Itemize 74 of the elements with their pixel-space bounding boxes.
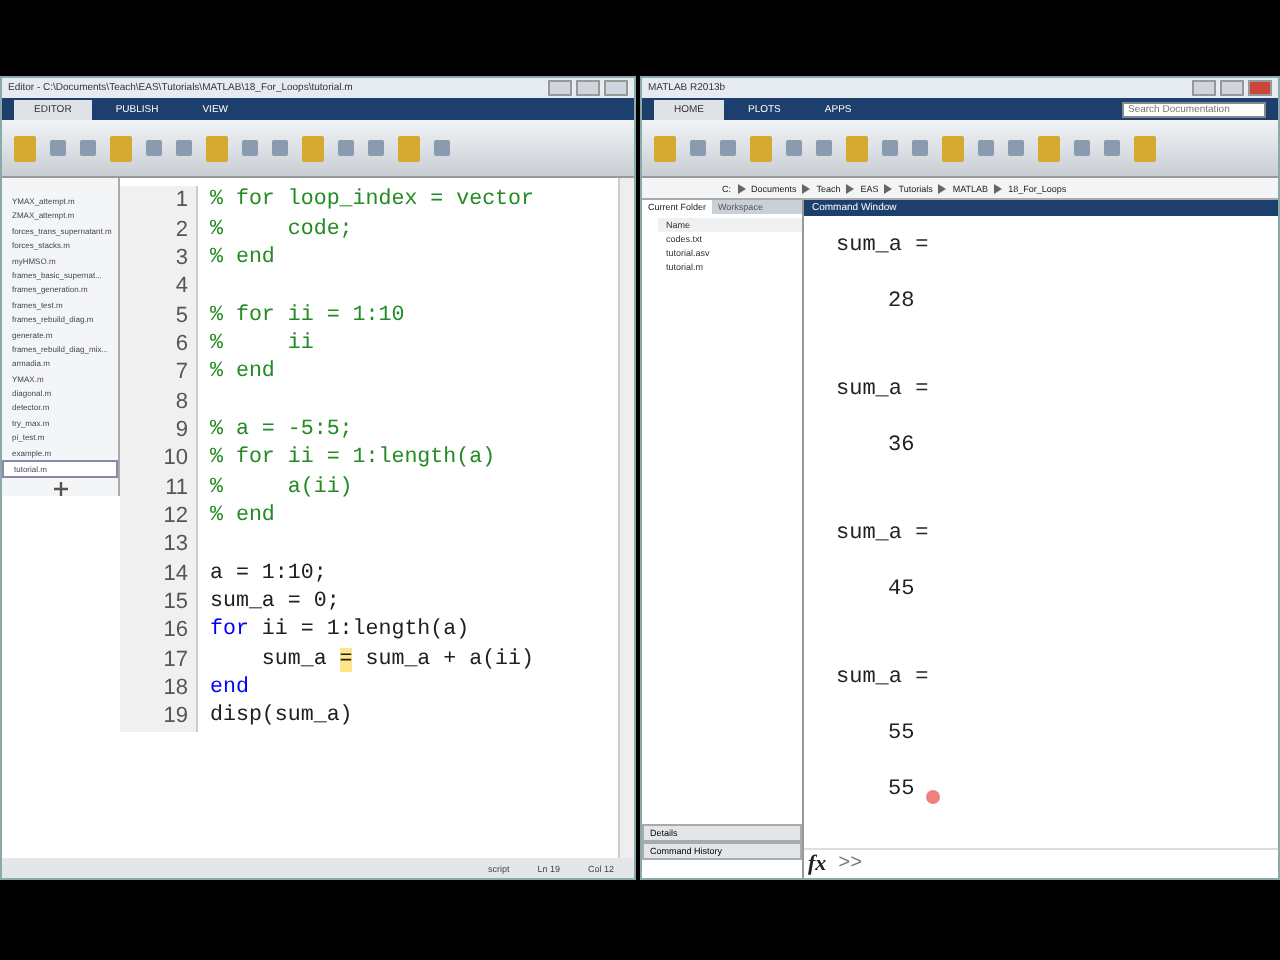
code-line: % for ii = 1:length(a): [210, 446, 496, 471]
tool-icon[interactable]: [434, 140, 450, 156]
code-line: disp(sum_a): [210, 704, 353, 729]
close-button[interactable]: [1248, 80, 1272, 96]
tool-icon[interactable]: [1038, 135, 1060, 161]
tool-icon[interactable]: [654, 135, 676, 161]
line-number: 6: [120, 329, 198, 359]
output-text: sum_a =: [836, 234, 931, 260]
line-number: 16: [120, 616, 198, 645]
close-button[interactable]: [604, 80, 628, 96]
code-line: % ii: [210, 331, 314, 356]
tool-icon[interactable]: [302, 135, 324, 161]
tool-icon[interactable]: [398, 135, 420, 161]
code-line: % for ii = 1:10: [210, 303, 405, 328]
code-line: % a = -5:5;: [210, 417, 353, 442]
output-value: 55: [888, 722, 917, 748]
scrollbar[interactable]: [618, 178, 634, 858]
output-text: sum_a =: [836, 522, 931, 548]
output-value: 36: [888, 434, 917, 460]
line-number: 3: [120, 243, 198, 273]
line-number: 1: [120, 186, 198, 215]
tool-icon[interactable]: [1134, 135, 1156, 161]
line-number: 9: [120, 415, 198, 445]
tool-icon[interactable]: [110, 135, 132, 161]
line-number: 12: [120, 501, 198, 531]
line-number: 10: [120, 444, 198, 473]
code-line: sum_a = 0;: [210, 589, 340, 614]
code-line: % a(ii): [210, 475, 353, 500]
maximize-button[interactable]: [1220, 80, 1244, 96]
command-window[interactable]: sum_a = 28 sum_a = 36 sum_a = 45 sum_a = 55 55 fx >>: [804, 216, 1278, 878]
line-number: 7: [120, 358, 198, 387]
code-line: % end: [210, 245, 275, 270]
line-number: 14: [120, 558, 198, 588]
line-number: 13: [120, 530, 198, 559]
chevron-icon: [884, 183, 893, 193]
output-value: 55: [888, 778, 915, 804]
tool-icon[interactable]: [206, 135, 228, 161]
code-line: % end: [210, 360, 275, 385]
prompt-text: >>: [838, 853, 863, 875]
tool-icon[interactable]: [846, 135, 868, 161]
chevron-icon: [737, 183, 745, 193]
output-text: sum_a =: [836, 378, 931, 404]
tool-icon[interactable]: [942, 135, 964, 161]
function-button[interactable]: fx: [804, 852, 831, 876]
line-number: 17: [120, 645, 198, 674]
chevron-icon: [846, 183, 855, 193]
code-line: % for loop_index = vector: [210, 188, 534, 213]
line-number: 19: [120, 702, 198, 732]
output-text: sum_a =: [836, 666, 931, 692]
tool-icon[interactable]: [750, 135, 772, 161]
line-number: 4: [120, 272, 198, 301]
line-number: 18: [120, 673, 198, 703]
maximize-button[interactable]: [576, 80, 600, 96]
line-number: 15: [120, 587, 198, 617]
code-line: sum_a = sum_a + a(ii): [259, 647, 534, 672]
line-number: 11: [120, 472, 198, 502]
minimize-button[interactable]: [1192, 80, 1216, 96]
code-line: a = 1:10;: [210, 561, 327, 586]
code-line: % end: [210, 503, 275, 528]
code-line: for ii = 1:length(a): [210, 618, 470, 643]
add-icon[interactable]: [53, 482, 67, 497]
code-line: end: [210, 676, 249, 701]
output-value: 45: [888, 578, 917, 604]
tool-icon[interactable]: [14, 135, 36, 161]
chevron-icon: [938, 183, 947, 193]
code-line: % code;: [210, 217, 353, 242]
output-value: 28: [888, 290, 917, 316]
line-number: 2: [120, 214, 198, 244]
minimize-button[interactable]: [548, 80, 572, 96]
line-number: 8: [120, 386, 198, 416]
line-number: 5: [120, 300, 198, 330]
cursor-dot: [926, 790, 941, 804]
chevron-icon: [802, 183, 811, 193]
chevron-icon: [994, 183, 1003, 193]
